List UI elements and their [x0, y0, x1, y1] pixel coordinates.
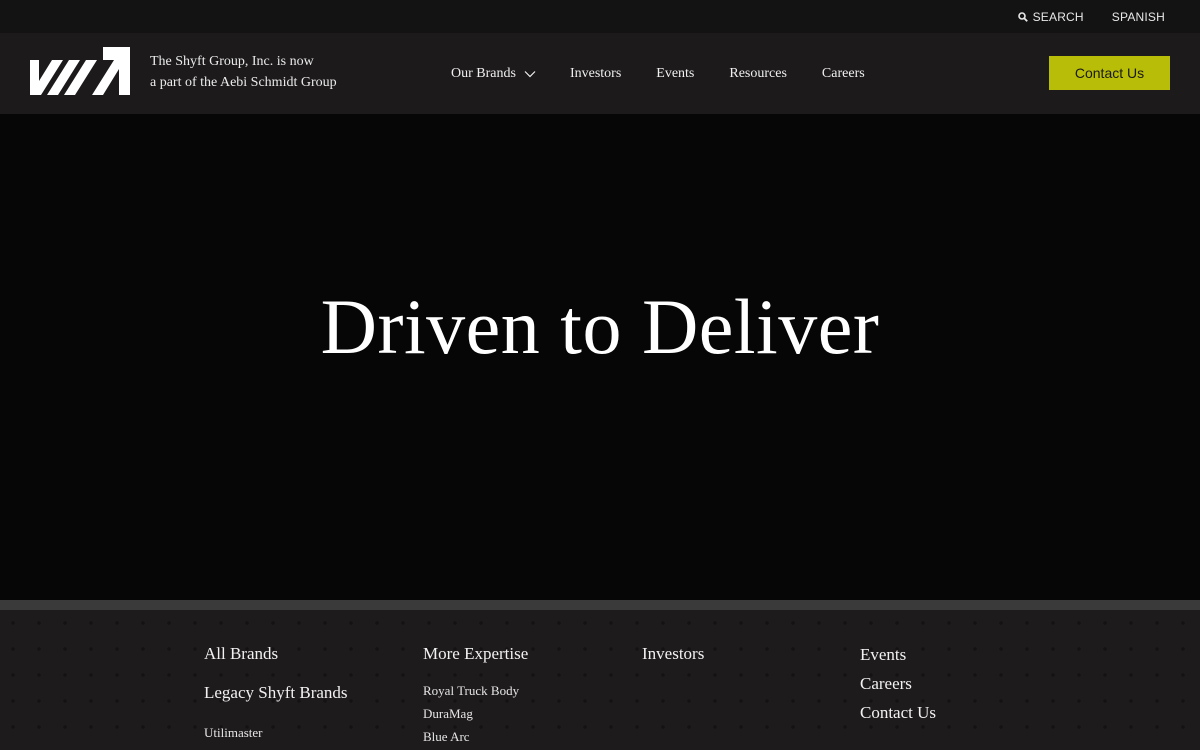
main-nav: Our Brands Investors Events Resources Ca… [451, 33, 865, 114]
search-icon [1017, 11, 1028, 22]
nav-our-brands-label: Our Brands [451, 65, 516, 81]
footer-link-legacy-brands[interactable]: Legacy Shyft Brands [204, 683, 348, 703]
footer-link-blue-arc[interactable]: Blue Arc [423, 725, 528, 748]
section-divider [0, 600, 1200, 610]
language-label: SPANISH [1111, 9, 1165, 24]
nav-careers[interactable]: Careers [822, 66, 865, 82]
contact-us-button[interactable]: Contact Us [1049, 56, 1170, 90]
footer-link-contact-us[interactable]: Contact Us [860, 698, 936, 727]
nav-resources[interactable]: Resources [729, 66, 787, 82]
footer-column-investors: Investors [642, 644, 704, 664]
shyft-logo[interactable] [30, 47, 130, 95]
nav-events-label: Events [656, 65, 695, 81]
footer-link-more-expertise[interactable]: More Expertise [423, 644, 528, 664]
footer-link-utilimaster[interactable]: Utilimaster [204, 721, 348, 744]
tagline-line-1: The Shyft Group, Inc. is now [150, 54, 314, 69]
chevron-down-icon [524, 70, 536, 77]
hero-section: Driven to Deliver [0, 114, 1200, 600]
footer-link-all-brands[interactable]: All Brands [204, 644, 348, 664]
footer-link-events[interactable]: Events [860, 640, 936, 669]
nav-investors-label: Investors [569, 65, 622, 81]
main-header: The Shyft Group, Inc. is now a part of t… [0, 33, 1200, 114]
nav-investors[interactable]: Investors [570, 66, 621, 82]
footer-link-royal-truck-body[interactable]: Royal Truck Body [423, 679, 528, 702]
footer: All Brands Legacy Shyft Brands Utilimast… [0, 610, 1200, 750]
language-link[interactable]: SPANISH [1112, 10, 1165, 24]
footer-column-expertise: More Expertise Royal Truck Body DuraMag … [423, 644, 528, 748]
hero-title: Driven to Deliver [320, 283, 880, 370]
footer-column-brands: All Brands Legacy Shyft Brands Utilimast… [204, 644, 348, 744]
footer-column-company: Events Careers Contact Us [860, 644, 936, 727]
nav-our-brands[interactable]: Our Brands [451, 66, 536, 82]
footer-link-duramag[interactable]: DuraMag [423, 702, 528, 725]
utility-bar: SEARCH SPANISH [0, 0, 1200, 33]
search-link[interactable]: SEARCH [1017, 9, 1084, 24]
search-label: SEARCH [1032, 9, 1084, 24]
tagline-line-2: a part of the Aebi Schmidt Group [150, 75, 337, 90]
tagline: The Shyft Group, Inc. is now a part of t… [150, 51, 337, 93]
footer-link-careers[interactable]: Careers [860, 669, 936, 698]
nav-careers-label: Careers [821, 65, 865, 81]
footer-link-investors[interactable]: Investors [642, 644, 704, 664]
nav-events[interactable]: Events [656, 66, 694, 82]
nav-resources-label: Resources [729, 65, 787, 81]
